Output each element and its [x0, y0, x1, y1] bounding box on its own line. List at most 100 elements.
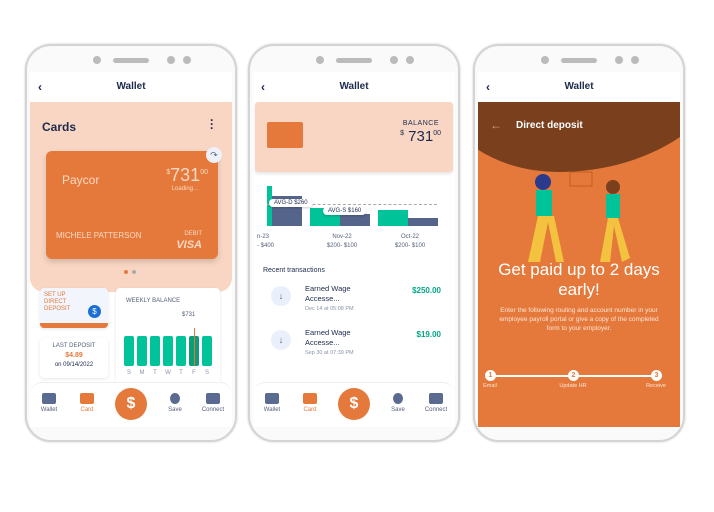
- card-type: DEBIT: [184, 231, 202, 237]
- nav-wallet[interactable]: Wallet: [32, 393, 66, 413]
- header-title: Wallet: [116, 81, 146, 92]
- weekly-bar[interactable]: [150, 336, 160, 366]
- last-deposit-date: on 09/14/2022: [54, 362, 94, 368]
- transaction-name: Earned Wage Accesse...: [305, 284, 351, 303]
- header-title: Wallet: [339, 81, 369, 92]
- phone-direct-deposit: ‹ Wallet ← Direct deposit Get paid up to …: [473, 44, 685, 442]
- monthly-chart: AVG-D $260 AVG-S $160: [253, 182, 455, 232]
- month-0: n-23- $400: [257, 234, 275, 249]
- debit-card[interactable]: Paycor $73100 Loading... MICHELE PATTERS…: [46, 147, 222, 259]
- weekly-day-label: S: [126, 370, 131, 376]
- header: ‹ Wallet: [30, 72, 232, 102]
- transaction-amount: $250.00: [412, 286, 441, 295]
- setup-direct-deposit-button[interactable]: SET UP DIRECT DEPOSIT $: [40, 288, 108, 328]
- setup-label: SET UP DIRECT DEPOSIT: [44, 292, 71, 312]
- month-1: Nov-22 $200- $100: [326, 234, 358, 249]
- header: ‹ Wallet: [478, 72, 680, 102]
- save-icon: [393, 393, 403, 404]
- card-icon: [80, 393, 94, 404]
- balance-currency: $: [400, 130, 404, 137]
- chat-icon: [206, 393, 220, 404]
- last-deposit-amount: $4.89: [65, 352, 83, 359]
- weekly-bar[interactable]: [163, 336, 173, 366]
- transaction-row[interactable]: ↓ Earned Wage Accesse... Sep 30 at 07:39…: [253, 326, 455, 366]
- balance-panel: BALANCE $ 73100: [255, 102, 453, 172]
- weekly-day-label: M: [139, 370, 145, 376]
- card-holder: MICHELE PATTERSON: [56, 231, 142, 240]
- month-2: Oct-22 $200- $100: [394, 234, 426, 249]
- weekly-bar[interactable]: [137, 336, 147, 366]
- page-dot[interactable]: [132, 270, 136, 274]
- weekly-balance-card: WEEKLY BALANCE $731 S M T W T F S: [116, 288, 220, 388]
- bottom-nav: Wallet Card $ Save Connect: [30, 382, 232, 427]
- direct-deposit-panel: ← Direct deposit Get paid up to 2 days e…: [478, 102, 680, 427]
- transaction-date: Sep 30 at 07:39 PM: [305, 350, 354, 356]
- phone-wallet: ‹ Wallet BALANCE $ 73100 AVG-D $260 AVG-S…: [248, 44, 460, 442]
- chat-icon: [429, 393, 443, 404]
- more-icon[interactable]: · · ·: [210, 114, 214, 134]
- flip-icon[interactable]: ↷: [206, 147, 222, 163]
- back-icon[interactable]: ‹: [38, 72, 42, 102]
- transaction-date: Dec 14 at 05:08 PM: [305, 306, 354, 312]
- avg-deposit-label: AVG-D $260: [269, 199, 313, 207]
- nav-save[interactable]: Save: [381, 393, 415, 413]
- dd-body: Enter the following routing and account …: [499, 307, 659, 332]
- last-deposit-label: LAST DEPOSIT: [52, 343, 96, 349]
- card-amount: 731: [170, 165, 201, 185]
- dd-title: Direct deposit: [516, 120, 583, 131]
- balance-amount: 731: [408, 128, 434, 145]
- pay-button[interactable]: $: [115, 388, 147, 420]
- nav-card[interactable]: Card: [70, 393, 104, 413]
- weekly-day-label: W: [165, 370, 171, 376]
- nav-connect[interactable]: Connect: [419, 393, 453, 413]
- wallet-icon: [42, 393, 56, 404]
- step-label: Update HR: [559, 383, 587, 389]
- save-icon: [170, 393, 180, 404]
- weekly-value: $731: [182, 312, 196, 318]
- weekly-day-label: T: [179, 370, 183, 376]
- cards-panel: Cards · · · Paycor $73100 Loading... MICHE…: [30, 102, 232, 292]
- transaction-amount: $19.00: [416, 330, 441, 339]
- cards-title: Cards: [42, 120, 77, 134]
- arrow-down-icon: ↓: [271, 286, 291, 306]
- transaction-name: Earned Wage Accesse...: [305, 328, 351, 347]
- nav-save[interactable]: Save: [158, 393, 192, 413]
- header-title: Wallet: [564, 81, 594, 92]
- card-status: Loading...: [171, 186, 198, 192]
- weekly-bar[interactable]: [202, 336, 212, 366]
- nav-wallet[interactable]: Wallet: [255, 393, 289, 413]
- step-label: Receive: [646, 383, 666, 389]
- weekly-bar[interactable]: [176, 336, 186, 366]
- weekly-bar[interactable]: [124, 336, 134, 366]
- back-arrow-icon[interactable]: ←: [490, 118, 502, 132]
- step-3: 3: [651, 370, 662, 381]
- back-icon[interactable]: ‹: [486, 72, 490, 102]
- weekly-day-label: T: [153, 370, 157, 376]
- card-brand: Paycor: [62, 173, 100, 187]
- dd-headline: Get paid up to 2 days early!: [498, 260, 660, 299]
- step-1: 1: [485, 370, 496, 381]
- last-deposit-card: LAST DEPOSIT $4.89 on 09/14/2022: [40, 338, 108, 378]
- pay-button[interactable]: $: [338, 388, 370, 420]
- step-2: 2: [568, 370, 579, 381]
- weekly-day-label: F: [192, 370, 196, 376]
- back-icon[interactable]: ‹: [261, 72, 265, 102]
- card-icon: [303, 393, 317, 404]
- header: ‹ Wallet: [253, 72, 455, 102]
- selected-day-marker: [194, 328, 195, 366]
- arrow-down-icon: ↓: [271, 330, 291, 350]
- weekly-title: WEEKLY BALANCE: [126, 298, 181, 304]
- transaction-row[interactable]: ↓ Earned Wage Accesse... Dec 14 at 05:08…: [253, 282, 455, 322]
- card-network: VISA: [176, 239, 202, 251]
- page-dot-active[interactable]: [124, 270, 128, 274]
- nav-connect[interactable]: Connect: [196, 393, 230, 413]
- recent-transactions-title: Recent transactions: [263, 267, 325, 274]
- bottom-nav: Wallet Card $ Save Connect: [253, 382, 455, 427]
- nav-card[interactable]: Card: [293, 393, 327, 413]
- balance-cents: 00: [433, 130, 441, 137]
- phone-cards: ‹ Wallet Cards · · · Paycor $73100 Loading.…: [25, 44, 237, 442]
- wallet-icon: [265, 393, 279, 404]
- card-thumbnail[interactable]: [267, 122, 303, 148]
- step-label: Email: [483, 383, 497, 389]
- weekly-day-label: S: [204, 370, 209, 376]
